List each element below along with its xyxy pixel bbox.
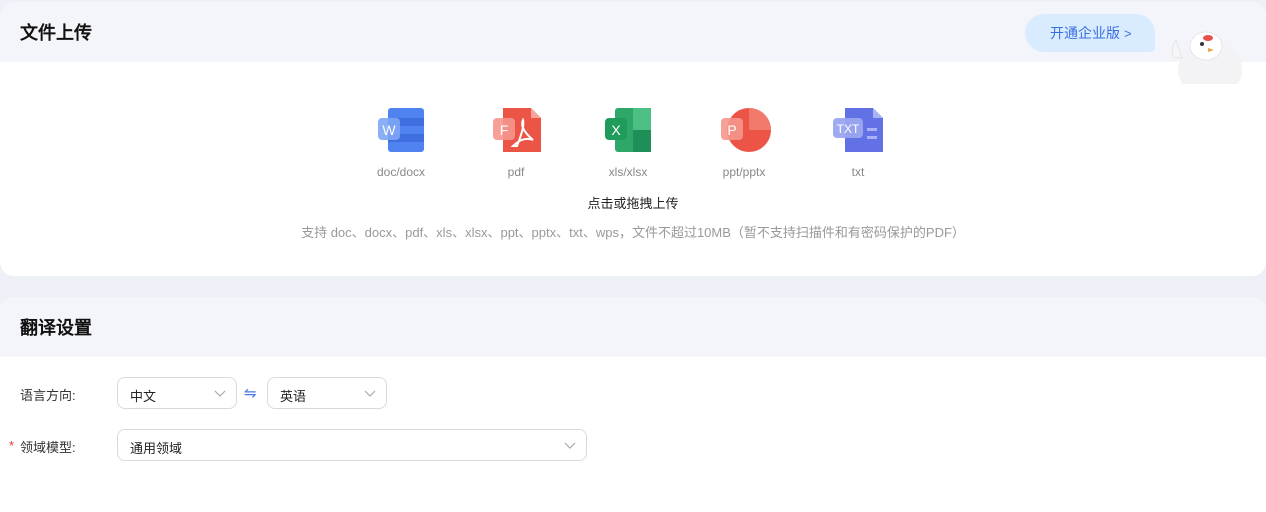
domain-model-select[interactable]: 通用领域	[117, 429, 587, 461]
chevron-right-icon: >	[1124, 25, 1132, 41]
upgrade-label: 开通企业版	[1050, 25, 1120, 41]
svg-text:P: P	[727, 122, 736, 138]
chevron-down-icon	[214, 390, 226, 397]
source-language-select[interactable]: 中文	[117, 377, 237, 409]
upload-card-header: 文件上传 开通企业版 >	[0, 2, 1266, 84]
chevron-down-icon	[564, 442, 576, 449]
excel-icon: X	[605, 108, 651, 152]
txt-icon: TXT	[833, 108, 883, 152]
chevron-down-icon	[364, 390, 376, 397]
upload-prompt: 点击或拖拽上传	[587, 196, 679, 211]
upgrade-enterprise-button[interactable]: 开通企业版 >	[1025, 14, 1155, 52]
file-type-label: doc/docx	[376, 165, 426, 179]
file-type-list: W doc/docx F pdf X xls/xlsx P ppt/pptx T…	[0, 106, 1266, 186]
source-language-value: 中文	[130, 389, 157, 404]
settings-title: 翻译设置	[20, 318, 92, 339]
svg-text:TXT: TXT	[837, 122, 860, 136]
file-type-label: xls/xlsx	[608, 165, 648, 179]
svg-text:W: W	[382, 122, 396, 138]
file-type-xls: X xls/xlsx	[578, 106, 678, 179]
svg-text:X: X	[611, 122, 621, 138]
settings-card-header: 翻译设置	[0, 297, 1266, 357]
upload-dropzone[interactable]: W doc/docx F pdf X xls/xlsx P ppt/pptx T…	[0, 62, 1266, 276]
required-asterisk: *	[9, 438, 15, 453]
file-type-label: txt	[851, 165, 865, 179]
file-type-label: ppt/pptx	[722, 165, 766, 179]
upload-title: 文件上传	[20, 23, 92, 44]
target-language-select[interactable]: 英语	[267, 377, 387, 409]
swap-languages-icon[interactable]: ⇋	[244, 384, 257, 402]
upload-hint: 支持 doc、docx、pdf、xls、xlsx、ppt、pptx、txt、wp…	[301, 225, 965, 240]
svg-text:F: F	[500, 122, 509, 138]
target-language-value: 英语	[280, 389, 307, 404]
domain-model-value: 通用领域	[130, 441, 183, 456]
file-type-label: pdf	[507, 165, 525, 179]
pdf-icon: F	[493, 108, 541, 152]
domain-model-row: * 领域模型: 通用领域	[0, 429, 1266, 461]
file-type-txt: TXT txt	[808, 106, 908, 179]
language-direction-row: 语言方向: 中文 ⇋ 英语	[0, 377, 1266, 409]
file-type-doc: W doc/docx	[351, 106, 451, 179]
word-doc-icon: W	[378, 108, 424, 152]
powerpoint-icon: P	[721, 108, 771, 152]
file-type-ppt: P ppt/pptx	[694, 106, 794, 179]
language-direction-label: 语言方向:	[20, 388, 76, 403]
file-upload-card: 文件上传 开通企业版 > W doc/docx F pdf X xls/xlsx…	[0, 2, 1266, 276]
domain-model-label: 领域模型:	[20, 440, 76, 455]
file-type-pdf: F pdf	[466, 106, 566, 179]
translation-settings-card: 翻译设置 语言方向: 中文 ⇋ 英语 * 领域模型: 通用领域	[0, 297, 1266, 512]
